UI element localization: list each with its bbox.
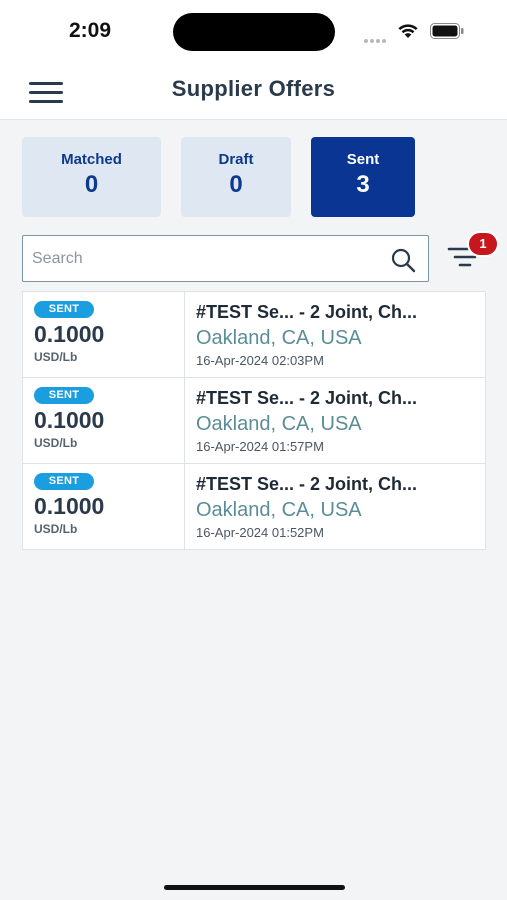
home-indicator [164,885,345,890]
matched-label: Matched [61,151,122,168]
offer-list: SENT 0.1000 USD/Lb #TEST Se... - 2 Joint… [22,291,486,550]
offer-price: 0.1000 [34,407,105,433]
search-icon[interactable] [390,247,416,273]
offer-details-cell: #TEST Se... - 2 Joint, Ch... Oakland, CA… [185,378,485,463]
offer-row[interactable]: SENT 0.1000 USD/Lb #TEST Se... - 2 Joint… [23,378,485,464]
filter-count-badge: 1 [467,231,499,257]
offer-unit: USD/Lb [34,350,78,364]
offer-location: Oakland, CA, USA [196,327,362,349]
offer-price-cell: SENT 0.1000 USD/Lb [23,378,185,463]
sent-label: Sent [346,151,380,168]
status-badge: SENT [34,301,94,318]
cellular-signal-icon [364,30,390,43]
offer-unit: USD/Lb [34,436,78,450]
status-badge: SENT [34,387,94,404]
offer-price-cell: SENT 0.1000 USD/Lb [23,464,185,549]
search-input[interactable] [32,236,382,281]
offer-details-cell: #TEST Se... - 2 Joint, Ch... Oakland, CA… [185,292,485,377]
matched-count: 0 [84,171,99,198]
offer-row[interactable]: SENT 0.1000 USD/Lb #TEST Se... - 2 Joint… [23,464,485,549]
draft-label: Draft [218,151,254,168]
offer-date: 16-Apr-2024 01:57PM [196,439,324,454]
offer-title: #TEST Se... - 2 Joint, Ch... [196,302,418,322]
offer-date: 16-Apr-2024 02:03PM [196,353,324,368]
offer-date: 16-Apr-2024 01:52PM [196,525,324,540]
offer-price: 0.1000 [34,321,105,347]
app-header: Supplier Offers [0,62,507,120]
offer-unit: USD/Lb [34,522,78,536]
offer-price: 0.1000 [34,493,105,519]
status-time: 2:09 [69,19,112,42]
dynamic-island [173,13,335,51]
sent-filter-card[interactable]: Sent 3 [311,137,415,217]
offer-location: Oakland, CA, USA [196,413,362,435]
offer-location: Oakland, CA, USA [196,499,362,521]
page-title: Supplier Offers [171,76,336,101]
offer-price-cell: SENT 0.1000 USD/Lb [23,292,185,377]
draft-count: 0 [229,171,243,198]
search-box [22,235,429,282]
sent-count: 3 [356,171,370,198]
battery-icon [430,23,464,39]
status-bar: 2:09 [0,0,507,62]
wifi-icon [398,24,418,38]
offer-row[interactable]: SENT 0.1000 USD/Lb #TEST Se... - 2 Joint… [23,292,485,378]
offer-title: #TEST Se... - 2 Joint, Ch... [196,474,418,494]
status-badge: SENT [34,473,94,490]
matched-filter-card[interactable]: Matched 0 [22,137,161,217]
offer-details-cell: #TEST Se... - 2 Joint, Ch... Oakland, CA… [185,464,485,549]
draft-filter-card[interactable]: Draft 0 [181,137,291,217]
offer-title: #TEST Se... - 2 Joint, Ch... [196,388,418,408]
